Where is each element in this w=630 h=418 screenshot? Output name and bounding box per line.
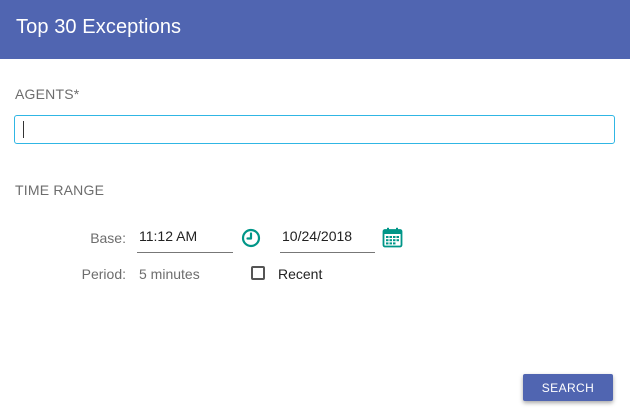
recent-checkbox[interactable]: [251, 266, 265, 280]
agents-input[interactable]: [14, 115, 615, 144]
text-cursor: [23, 121, 24, 138]
dialog-header: Top 30 Exceptions: [0, 0, 630, 59]
base-time-field[interactable]: 11:12 AM: [137, 228, 233, 253]
time-range-label: TIME RANGE: [15, 182, 105, 198]
calendar-icon[interactable]: [382, 227, 403, 248]
period-value: 5 minutes: [139, 266, 200, 282]
base-date-value: 10/24/2018: [282, 228, 353, 244]
base-date-field[interactable]: 10/24/2018: [280, 228, 375, 253]
dialog-title: Top 30 Exceptions: [16, 16, 182, 38]
period-label: Period:: [81, 266, 126, 282]
base-time-value: 11:12 AM: [139, 228, 198, 244]
base-label: Base:: [90, 230, 126, 246]
agents-label: AGENTS*: [15, 86, 80, 102]
clock-icon[interactable]: [241, 228, 261, 248]
recent-checkbox-label[interactable]: Recent: [278, 266, 322, 282]
search-button[interactable]: SEARCH: [523, 374, 613, 401]
